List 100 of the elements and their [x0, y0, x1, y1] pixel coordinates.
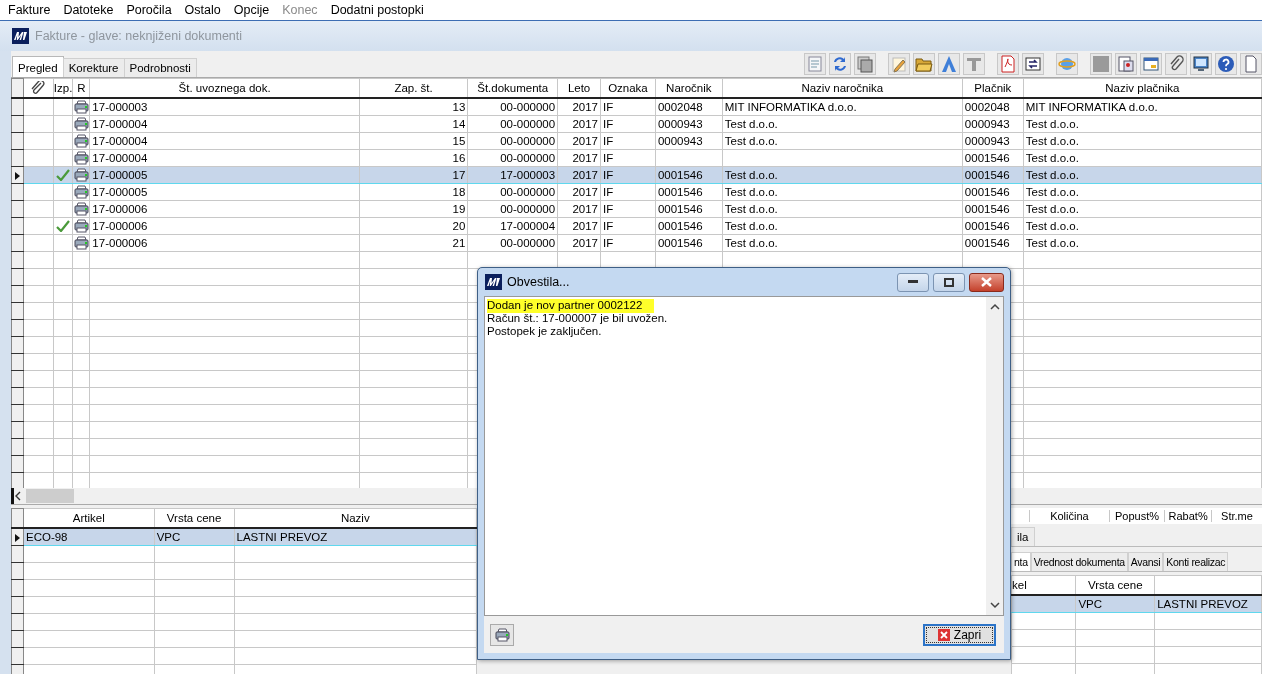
table-cell: IF [603, 203, 614, 215]
table-cell: 2017 [572, 101, 598, 113]
page-button[interactable] [1240, 53, 1262, 75]
column-header[interactable]: kel [1012, 579, 1027, 591]
menu-item[interactable]: Dodatni postopki [322, 3, 429, 17]
table-cell: 15 [452, 135, 466, 147]
table-cell: 18 [452, 186, 466, 198]
table-cell: 17-000003 [500, 169, 556, 181]
table-cell: Test d.o.o. [1025, 135, 1079, 147]
table-cell: 0001546 [964, 169, 1010, 181]
stack-button[interactable] [854, 53, 876, 75]
scrollbar-thumb[interactable] [26, 489, 74, 503]
table-cell: IF [603, 186, 614, 198]
toolbar-icon [965, 55, 983, 73]
table-cell: 17-000004 [92, 118, 148, 130]
maximize-icon [944, 277, 954, 287]
toolbar-icon [1117, 55, 1135, 73]
printer-icon [73, 236, 89, 250]
table-cell: 0001546 [657, 169, 703, 181]
table-cell: MIT INFORMATIKA d.o.o. [724, 101, 857, 113]
close-button[interactable]: Zapri [923, 623, 996, 646]
paperclip-button[interactable] [1165, 53, 1187, 75]
message-line: Postopek je zaključen. [487, 325, 602, 337]
tab[interactable]: Vrednost dokumenta [1030, 552, 1128, 571]
font-button[interactable] [963, 53, 985, 75]
menu-item[interactable]: Ostalo [176, 3, 226, 17]
table-cell: 17-000006 [92, 237, 148, 249]
table-cell: IF [603, 220, 614, 232]
table-cell: 17-000004 [92, 135, 148, 147]
tab[interactable]: Avansi [1127, 552, 1164, 571]
menu-item[interactable]: Opcije [225, 3, 275, 17]
table-cell: 0001546 [964, 220, 1010, 232]
tab[interactable]: Pregled [12, 56, 64, 77]
tab[interactable]: Korekture [62, 58, 125, 77]
menu-item[interactable]: Datoteke [55, 3, 119, 17]
toolbar-icon [856, 55, 874, 73]
toolbar-icon [1167, 55, 1185, 73]
printer-icon [494, 627, 510, 642]
column-header[interactable]: Str.me [1210, 510, 1262, 522]
table-cell: LASTNI PREVOZ [1157, 598, 1248, 610]
swap-button[interactable] [1022, 53, 1044, 75]
table-cell: 00-000000 [500, 118, 556, 130]
table-cell: 00-000000 [500, 186, 556, 198]
toolbar-icon [940, 55, 958, 73]
table-cell: 0001546 [964, 203, 1010, 215]
table-cell: Test d.o.o. [724, 203, 778, 215]
column-header[interactable]: Količina [1029, 510, 1109, 522]
monitor-button[interactable] [1190, 53, 1212, 75]
column-header[interactable]: Naziv plačnika [1105, 82, 1180, 94]
printer-icon [73, 151, 89, 165]
table-cell: 00-000000 [500, 101, 556, 113]
toolbar-icon [1217, 55, 1235, 73]
pdf-button[interactable] [997, 53, 1019, 75]
table-cell: IF [603, 135, 614, 147]
triangle-button[interactable] [938, 53, 960, 75]
print-button[interactable] [490, 623, 514, 646]
tab[interactable]: ila [1011, 527, 1035, 546]
table-cell: Test d.o.o. [724, 135, 778, 147]
maximize-button[interactable] [933, 272, 965, 292]
printer-icon [73, 168, 89, 182]
table-cell: 0000943 [657, 118, 703, 130]
table-cell: 17-000006 [92, 220, 148, 232]
menu-item[interactable]: Poročila [118, 3, 177, 17]
tab[interactable]: Konti realizac [1163, 552, 1229, 571]
menu-item[interactable]: Fakture [0, 3, 56, 17]
close-button[interactable] [969, 272, 1004, 292]
folder-button[interactable] [913, 53, 935, 75]
column-header[interactable]: Popust% [1108, 510, 1165, 522]
table-cell: Test d.o.o. [1025, 186, 1079, 198]
tab[interactable]: nta [1011, 552, 1031, 571]
table-cell: Test d.o.o. [724, 169, 778, 181]
tab[interactable]: Podrobnosti [123, 58, 197, 77]
message-line: Račun št.: 17-000007 je bil uvožen. [487, 312, 668, 324]
table-cell: IF [603, 169, 614, 181]
table-cell: 17-000006 [92, 203, 148, 215]
printer-icon [73, 134, 89, 148]
table-cell: 2017 [572, 169, 598, 181]
app-logo-icon [12, 28, 29, 44]
document-button[interactable] [1115, 53, 1137, 75]
table-cell: 0001546 [657, 237, 703, 249]
window-button[interactable] [1140, 53, 1162, 75]
pencil-button[interactable] [888, 53, 910, 75]
scroll-up-icon[interactable] [989, 303, 1000, 310]
table-cell: 17-000005 [92, 186, 148, 198]
table-cell: VPC [1078, 598, 1103, 610]
scroll-down-icon[interactable] [989, 602, 1000, 609]
toolbar-icon [1024, 55, 1042, 73]
dialog-title: Obvestila... [507, 275, 571, 289]
table-cell: Test d.o.o. [1025, 203, 1079, 215]
table-cell: 0001546 [964, 237, 1010, 249]
table-cell: Test d.o.o. [1025, 220, 1079, 232]
column-header[interactable]: Rabat% [1164, 510, 1211, 522]
help-button[interactable] [1215, 53, 1237, 75]
table-cell: 0001546 [657, 186, 703, 198]
table-cell: 0002048 [657, 101, 703, 113]
minimize-button[interactable] [897, 272, 929, 292]
paperclip-icon [30, 81, 47, 95]
table-cell: IF [603, 152, 614, 164]
table-cell: 20 [452, 220, 466, 232]
refresh-button[interactable] [829, 53, 851, 75]
